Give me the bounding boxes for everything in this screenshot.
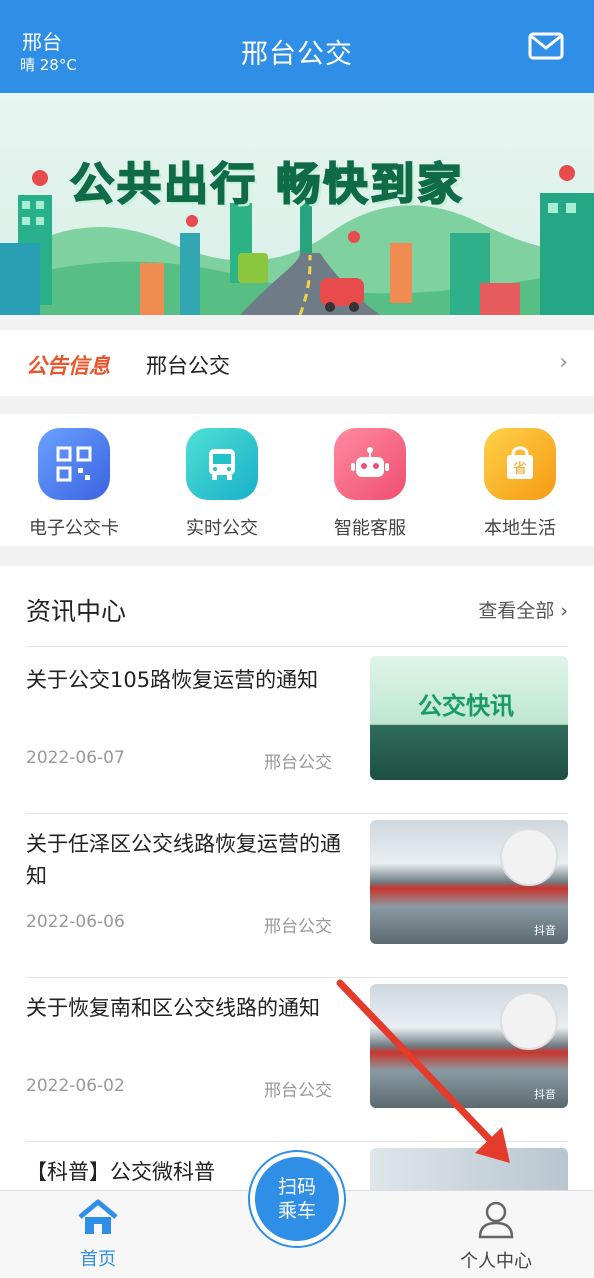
nav-profile-label: 个人中心 bbox=[460, 1251, 532, 1272]
svg-text:省: 省 bbox=[513, 461, 527, 477]
user-icon bbox=[478, 1201, 514, 1239]
qr-code-icon bbox=[500, 828, 558, 886]
view-all-link[interactable]: 查看全部 › bbox=[478, 596, 568, 623]
home-icon bbox=[78, 1199, 118, 1234]
qr-code-icon bbox=[500, 992, 558, 1050]
banner-slogan: 公共出行 畅快到家 bbox=[69, 158, 465, 211]
news-item-date: 2022-06-06 bbox=[26, 912, 125, 932]
view-all-label: 查看全部 bbox=[478, 600, 555, 622]
news-item-source: 邢台公交 bbox=[264, 753, 332, 773]
notice-tag: 公告信息 bbox=[26, 354, 110, 378]
service-label: 智能客服 bbox=[334, 518, 406, 539]
news-item-date: 2022-06-07 bbox=[26, 748, 125, 768]
service-ai-support[interactable]: 智能客服 bbox=[300, 428, 440, 540]
news-item-source: 邢台公交 bbox=[264, 917, 332, 937]
bus-icon bbox=[186, 428, 258, 500]
news-thumbnail: 抖音 bbox=[370, 820, 568, 944]
scan-to-ride-button[interactable]: 扫码 乘车 bbox=[250, 1152, 344, 1246]
service-label: 本地生活 bbox=[484, 518, 556, 539]
scan-label-line1: 扫码 bbox=[277, 1176, 316, 1198]
thumbnail-caption: 抖音 bbox=[534, 1088, 556, 1101]
service-grid: 电子公交卡 实时公交 智能客服 省 本地生活 bbox=[0, 414, 594, 546]
news-item[interactable]: 关于恢复南和区公交线路的通知 2022-06-02 邢台公交 抖音 bbox=[26, 978, 568, 1142]
news-item[interactable]: 关于任泽区公交线路恢复运营的通知 2022-06-06 邢台公交 抖音 bbox=[26, 814, 568, 978]
news-section-title: 资讯中心 bbox=[26, 597, 127, 626]
news-item[interactable]: 关于公交105路恢复运营的通知 2022-06-07 邢台公交 公交快讯 bbox=[26, 650, 568, 814]
news-item-date: 2022-06-02 bbox=[26, 1076, 125, 1096]
nav-profile[interactable]: 个人中心 bbox=[448, 1199, 544, 1273]
news-center: 资讯中心 查看全部 › 关于公交105路恢复运营的通知 2022-06-07 邢… bbox=[0, 566, 594, 1272]
mail-icon[interactable] bbox=[528, 32, 564, 60]
app-title: 邢台公交 bbox=[241, 39, 353, 70]
notice-text: 邢台公交 bbox=[146, 354, 230, 378]
news-thumbnail: 公交快讯 bbox=[370, 656, 568, 780]
robot-icon bbox=[334, 428, 406, 500]
chevron-right-icon: › bbox=[559, 350, 568, 375]
thumbnail-caption: 公交快讯 bbox=[418, 692, 514, 720]
divider bbox=[26, 646, 568, 647]
nav-home-label: 首页 bbox=[80, 1249, 116, 1270]
top-header: 邢台 晴 28°C 邢台公交 bbox=[0, 0, 594, 93]
chevron-right-icon: › bbox=[560, 600, 568, 622]
news-item-source: 邢台公交 bbox=[264, 1081, 332, 1101]
qr-card-icon bbox=[38, 428, 110, 500]
news-item-title: 关于任泽区公交线路恢复运营的通知 bbox=[26, 832, 341, 888]
news-thumbnail: 抖音 bbox=[370, 984, 568, 1108]
service-realtime-bus[interactable]: 实时公交 bbox=[152, 428, 292, 540]
shopping-bag-icon: 省 bbox=[484, 428, 556, 500]
thumbnail-caption: 抖音 bbox=[534, 924, 556, 937]
news-item-title: 关于公交105路恢复运营的通知 bbox=[26, 668, 319, 692]
nav-home[interactable]: 首页 bbox=[66, 1199, 130, 1271]
scan-label-line2: 乘车 bbox=[277, 1200, 316, 1222]
service-ecard[interactable]: 电子公交卡 bbox=[4, 428, 144, 540]
service-local-life[interactable]: 省 本地生活 bbox=[450, 428, 590, 540]
notice-bar[interactable]: 公告信息 邢台公交 › bbox=[0, 330, 594, 396]
promo-banner[interactable]: 公共出行 畅快到家 bbox=[0, 93, 594, 315]
news-item-title: 关于恢复南和区公交线路的通知 bbox=[26, 996, 320, 1020]
service-label: 电子公交卡 bbox=[29, 518, 119, 539]
service-label: 实时公交 bbox=[186, 518, 258, 539]
